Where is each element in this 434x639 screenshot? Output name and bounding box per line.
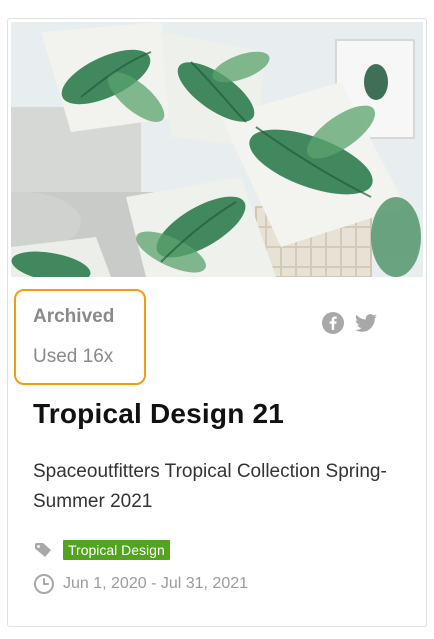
twitter-icon[interactable] [354,312,378,334]
tag-badge[interactable]: Tropical Design [63,540,170,560]
status-label: Archived [33,306,115,327]
usage-count: Used 16x [33,346,114,367]
card-title[interactable]: Tropical Design 21 [33,398,284,430]
share-icons [322,312,378,334]
tag-icon [33,541,53,559]
clock-icon [33,573,55,595]
date-range: Jun 1, 2020 - Jul 31, 2021 [63,575,249,592]
card-description: Spaceoutfitters Tropical Collection Spri… [33,461,387,512]
facebook-icon[interactable] [322,312,344,334]
hero-image [11,22,423,277]
date-row: Jun 1, 2020 - Jul 31, 2021 [33,573,248,595]
tag-row: Tropical Design [33,540,170,560]
